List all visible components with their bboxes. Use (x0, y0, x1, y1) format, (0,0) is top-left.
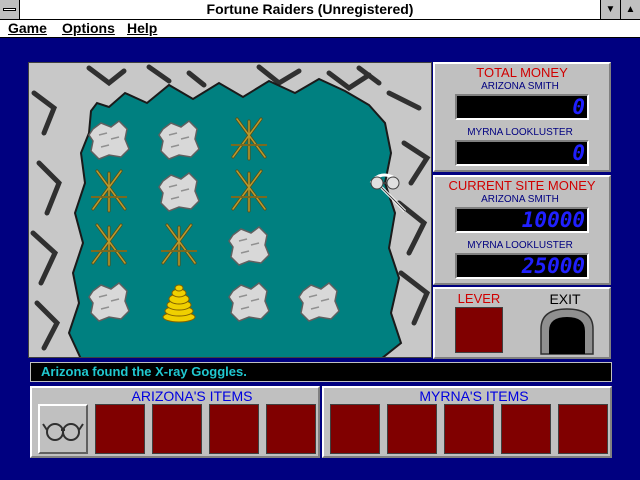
myrna-items-title: MYRNA'S ITEMS (419, 388, 529, 404)
exit-label: EXIT (549, 291, 581, 307)
arizona-item-slot[interactable] (38, 404, 88, 454)
cave-board[interactable] (28, 62, 432, 358)
rock-tile[interactable] (225, 221, 273, 269)
sticks-tile[interactable] (225, 167, 273, 215)
status-message: Arizona found the X-ray Goggles. (30, 362, 612, 382)
total-money-title: TOTAL MONEY (476, 65, 568, 80)
sticks-tile[interactable] (155, 221, 203, 269)
menu-help[interactable]: Help (127, 20, 157, 37)
myrna-item-slot[interactable] (501, 404, 551, 454)
sticks-tile[interactable] (225, 115, 273, 163)
myrna-items-panel: MYRNA'S ITEMS (322, 386, 612, 458)
site-myrna-value: 25000 (455, 253, 589, 279)
menu-options[interactable]: Options (62, 20, 115, 37)
myrna-item-slot[interactable] (330, 404, 380, 454)
rock-tile[interactable] (155, 115, 203, 163)
arizona-item-slot[interactable] (152, 404, 202, 454)
sticks-tile[interactable] (85, 221, 133, 269)
lever-label: LEVER (457, 291, 501, 306)
site-arizona-name: ARIZONA SMITH (481, 194, 559, 205)
arizona-item-slot[interactable] (266, 404, 316, 454)
total-myrna-name: MYRNA LOOKLUSTER (467, 127, 573, 138)
total-money-panel: TOTAL MONEY ARIZONA SMITH 0 MYRNA LOOKLU… (433, 62, 611, 172)
maximize-button[interactable]: ▲ (620, 0, 640, 19)
rock-tile[interactable] (85, 115, 133, 163)
gold-coins-tile[interactable] (155, 277, 203, 325)
myrna-item-slot[interactable] (444, 404, 494, 454)
total-myrna-value: 0 (455, 140, 589, 166)
rock-tile[interactable] (295, 277, 343, 325)
sticks-tile[interactable] (85, 167, 133, 215)
arizona-item-slot[interactable] (209, 404, 259, 454)
title-bar: Fortune Raiders (Unregistered) ▼ ▲ (0, 0, 640, 20)
controls-panel: LEVER EXIT (433, 287, 611, 359)
site-myrna-name: MYRNA LOOKLUSTER (467, 240, 573, 251)
menu-game[interactable]: Game (8, 20, 47, 37)
myrna-item-slot[interactable] (558, 404, 608, 454)
lever-button[interactable] (455, 307, 503, 353)
total-arizona-name: ARIZONA SMITH (481, 81, 559, 92)
xray-goggles-icon (40, 423, 86, 456)
site-arizona-value: 10000 (455, 207, 589, 233)
pickaxe-goggles-tile[interactable] (365, 167, 413, 215)
minimize-button[interactable]: ▼ (600, 0, 620, 19)
arizona-items-title: ARIZONA'S ITEMS (131, 388, 253, 404)
arizona-item-slot[interactable] (95, 404, 145, 454)
rock-tile[interactable] (155, 167, 203, 215)
total-arizona-value: 0 (455, 94, 589, 120)
site-money-title: CURRENT SITE MONEY (448, 178, 596, 193)
system-menu-button[interactable] (0, 0, 20, 19)
rock-tile[interactable] (225, 277, 273, 325)
exit-button[interactable] (539, 307, 595, 355)
arizona-items-panel: ARIZONA'S ITEMS (30, 386, 320, 458)
menu-bar: Game Options Help (0, 20, 640, 38)
site-money-panel: CURRENT SITE MONEY ARIZONA SMITH 10000 M… (433, 175, 611, 285)
window-title: Fortune Raiders (Unregistered) (206, 1, 414, 17)
rock-tile[interactable] (85, 277, 133, 325)
myrna-item-slot[interactable] (387, 404, 437, 454)
